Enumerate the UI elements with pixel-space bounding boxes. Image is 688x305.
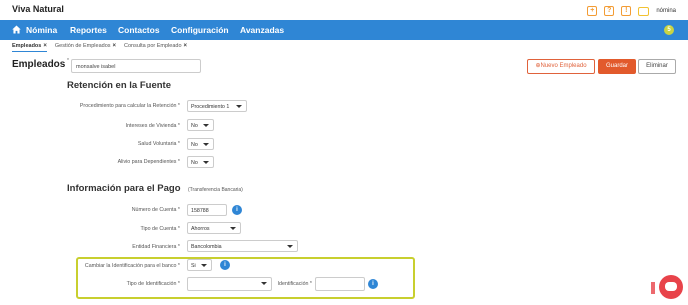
tab-label: Empleados: [12, 42, 42, 49]
delete-button[interactable]: Eliminar: [638, 59, 676, 74]
nav-nomina[interactable]: Nómina: [26, 25, 57, 35]
brand-name: Viva Natural: [12, 4, 64, 14]
select-value: No: [191, 123, 198, 129]
caret-down-icon: [203, 161, 209, 164]
plus-icon[interactable]: +: [587, 6, 598, 16]
chat-bubble-icon: [665, 282, 677, 291]
caret-down-icon: [230, 227, 236, 230]
employee-search-input[interactable]: monsalve isabel: [71, 59, 201, 73]
field-label: Identificación *: [277, 281, 312, 287]
id-type-select[interactable]: [187, 277, 272, 291]
tab-gestion-empleados[interactable]: Gestión de Empleados ×: [55, 42, 116, 52]
caret-down-icon: [236, 105, 242, 108]
info-icon[interactable]: i: [368, 279, 378, 289]
top-icons: + ? ! nómina: [587, 5, 676, 17]
field-label: Tipo de Identificación *: [126, 281, 180, 287]
intereses-vivienda-select[interactable]: No: [187, 119, 214, 131]
main-navbar: Nómina Reportes Contactos Configuración …: [0, 20, 688, 40]
required-mark: *: [67, 58, 69, 64]
field-label: Entidad Financiera *: [132, 244, 180, 250]
info-icon[interactable]: i: [232, 205, 242, 215]
nav-configuracion[interactable]: Configuración: [171, 25, 229, 35]
account-type-select[interactable]: Ahorros: [187, 222, 241, 234]
tab-bar: Empleados × Gestión de Empleados × Consu…: [12, 42, 187, 52]
select-value: No: [191, 160, 198, 166]
tab-empleados[interactable]: Empleados ×: [12, 42, 47, 52]
identification-input[interactable]: [315, 277, 365, 291]
field-label: Procedimiento para calcular la Retención…: [79, 103, 180, 109]
help-icon[interactable]: ?: [604, 6, 615, 16]
select-value: Ahorros: [191, 226, 210, 232]
brand-bar: Viva Natural + ? ! nómina: [0, 0, 688, 20]
caret-down-icon: [287, 245, 293, 248]
alivio-dependientes-select[interactable]: No: [187, 156, 214, 168]
info-icon[interactable]: i: [220, 260, 230, 270]
select-value: Bancolombia: [191, 244, 222, 250]
save-button[interactable]: Guardar: [598, 59, 636, 74]
field-label: Alivio para Dependientes *: [117, 159, 180, 165]
page-title: Empleados: [12, 59, 66, 70]
module-label[interactable]: nómina: [656, 8, 676, 14]
field-label: Salud Voluntaria *: [137, 141, 180, 147]
close-icon[interactable]: ×: [184, 43, 188, 49]
select-value: Procedimiento 1: [191, 104, 230, 110]
field-label: Tipo de Cuenta *: [140, 226, 180, 232]
section-subtitle-pago: (Transferencia Bancaria): [188, 187, 243, 193]
chat-icon[interactable]: [638, 6, 650, 16]
salud-voluntaria-select[interactable]: No: [187, 138, 214, 150]
tab-label: Consulta por Empleado: [124, 43, 182, 49]
caret-down-icon: [261, 282, 267, 285]
nav-contactos[interactable]: Contactos: [118, 25, 160, 35]
field-label: Intereses de Vivienda *: [125, 123, 180, 129]
drag-handle-icon[interactable]: [651, 282, 655, 294]
home-icon[interactable]: [12, 25, 21, 34]
nav-reportes[interactable]: Reportes: [70, 25, 107, 35]
bank-select[interactable]: Bancolombia: [187, 240, 298, 252]
caret-down-icon: [203, 124, 209, 127]
new-employee-button[interactable]: ⊕Nuevo Empleado: [527, 59, 595, 74]
nav-avanzadas[interactable]: Avanzadas: [240, 25, 284, 35]
close-icon[interactable]: ×: [43, 43, 47, 49]
field-label: Cambiar la Identificación para el banco …: [84, 263, 180, 269]
field-label: Número de Cuenta *: [131, 207, 180, 213]
select-value: Si: [191, 263, 196, 269]
close-icon[interactable]: ×: [113, 43, 117, 49]
new-employee-label: Nuevo Empleado: [540, 63, 587, 69]
caret-down-icon: [203, 143, 209, 146]
section-title-pago: Información para el Pago: [67, 183, 181, 194]
tab-consulta-empleado[interactable]: Consulta por Empleado ×: [124, 42, 187, 52]
account-number-input[interactable]: 158788: [187, 204, 227, 216]
procedimiento-select[interactable]: Procedimiento 1: [187, 100, 247, 112]
select-value: No: [191, 142, 198, 148]
tab-label: Gestión de Empleados: [54, 43, 111, 49]
change-id-select[interactable]: Si: [187, 259, 212, 271]
notification-badge[interactable]: 5: [664, 25, 674, 35]
caret-down-icon: [201, 264, 207, 267]
alert-icon[interactable]: !: [621, 6, 632, 16]
section-title-retencion: Retención en la Fuente: [67, 80, 171, 91]
